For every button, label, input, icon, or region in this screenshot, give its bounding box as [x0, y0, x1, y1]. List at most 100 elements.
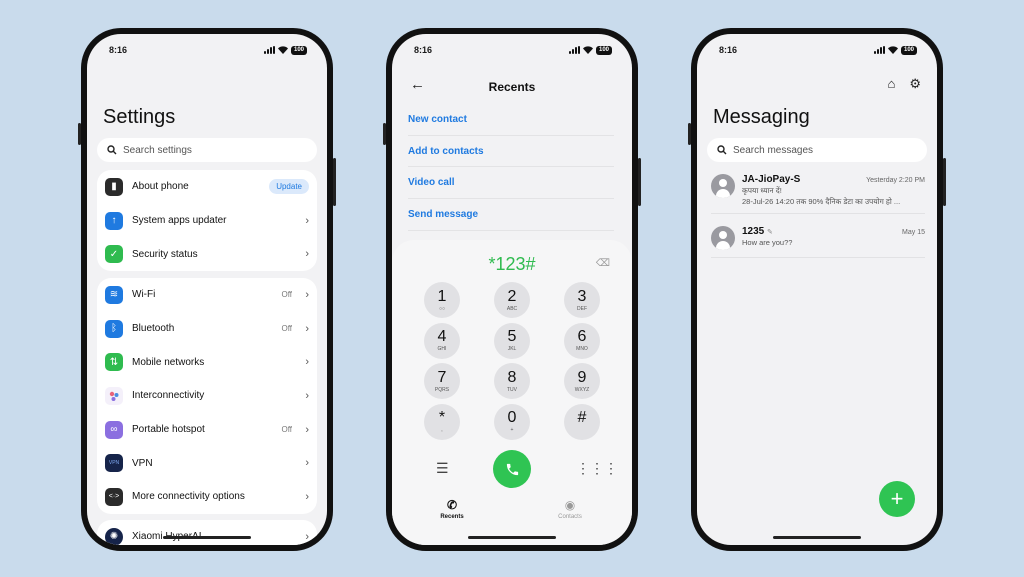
new-contact-button[interactable]: New contact: [408, 104, 614, 136]
chevron-right-icon: ›: [305, 530, 309, 543]
search-placeholder: Search settings: [123, 144, 192, 156]
settings-item-bluetooth[interactable]: ᛒ Bluetooth Off ›: [97, 312, 317, 346]
message-preview: 28-Jul-26 14:20 तक 90% दैनिक डेटा का उपय…: [742, 197, 901, 206]
settings-item-system-apps-updater[interactable]: ↑ System apps updater ›: [97, 204, 317, 238]
key-7[interactable]: 7 PQRS: [424, 363, 460, 400]
settings-item-xiaomi-hyperai[interactable]: ✺ Xiaomi HyperAI ›: [97, 520, 317, 545]
signal-icon: [873, 46, 885, 54]
message-preview: कृपया ध्यान दें!: [742, 186, 782, 195]
page-title: Recents: [488, 80, 536, 94]
phone-call-icon: [506, 463, 518, 475]
key-hash[interactable]: #: [564, 403, 600, 440]
page-title: Settings: [103, 106, 176, 128]
key-4[interactable]: 4 GHI: [424, 322, 460, 359]
messaging-screen: 8:16 100 ⌂ ⚙ Messaging Search messages J…: [697, 34, 937, 545]
video-call-button[interactable]: Video call: [408, 167, 614, 200]
list-item[interactable]: 1235 ✎ May 15 How are you??: [711, 220, 925, 258]
key-6[interactable]: 6 MNO: [564, 322, 600, 359]
arrow-up-icon: ↑: [105, 211, 123, 230]
sender-name: 1235: [742, 226, 765, 237]
call-button[interactable]: [493, 450, 531, 488]
chevron-right-icon: ›: [305, 457, 309, 470]
gear-icon[interactable]: ⚙: [909, 76, 921, 92]
status-bar: 8:16 100: [719, 44, 917, 56]
settings-item-mobile-networks[interactable]: ⇅ Mobile networks ›: [97, 345, 317, 379]
backspace-icon[interactable]: ⌫: [596, 258, 610, 269]
chevron-right-icon: ›: [305, 288, 309, 301]
message-preview: How are you??: [742, 238, 793, 247]
menu-icon[interactable]: ☰: [436, 460, 449, 477]
status-bar: 8:16 100: [414, 44, 612, 56]
status-time: 8:16: [109, 45, 128, 55]
phone-icon: ▮: [105, 177, 123, 196]
battery-icon: 100: [900, 45, 917, 55]
key-1[interactable]: 1 ○○: [424, 282, 460, 318]
home-indicator[interactable]: [773, 536, 861, 539]
sender-name: JA-JioPay-S: [742, 174, 801, 185]
chevron-right-icon: ›: [305, 423, 309, 436]
settings-item-vpn[interactable]: VPN VPN ›: [97, 446, 317, 480]
plus-icon: +: [890, 486, 904, 511]
settings-item-portable-hotspot[interactable]: ∞ Portable hotspot Off ›: [97, 413, 317, 447]
shield-icon: ✓: [105, 245, 123, 264]
settings-item-interconnectivity[interactable]: Interconnectivity ›: [97, 379, 317, 413]
more-connectivity-icon: <·>: [105, 487, 123, 506]
phone-settings: 8:16 100 Settings Search settings ▮ Abou…: [78, 28, 336, 551]
bottom-nav: ✆ Recents ◉ Contacts: [392, 498, 632, 528]
search-input[interactable]: Search settings: [97, 138, 317, 162]
key-2[interactable]: 2 ABC: [494, 282, 530, 318]
list-item[interactable]: JA-JioPay-S Yesterday 2:20 PM कृपया ध्या…: [711, 168, 925, 214]
edit-icon: ✎: [767, 229, 773, 236]
hyperai-icon: ✺: [105, 527, 123, 545]
add-to-contacts-button[interactable]: Add to contacts: [408, 136, 614, 168]
settings-screen: 8:16 100 Settings Search settings ▮ Abou…: [87, 34, 327, 545]
contacts-icon: ◉: [564, 498, 576, 512]
dialpad: *123# ⌫ 1 ○○ 2 ABC 3 DEF 4 GHI 5 JKL 6 MNO 7 PQ…: [392, 240, 632, 545]
recents-phone-icon: ✆: [446, 498, 458, 512]
voicemail-icon: ○○: [438, 305, 446, 312]
key-9[interactable]: 9 WXYZ: [564, 363, 600, 400]
status-time: 8:16: [719, 45, 738, 55]
search-icon: [107, 145, 117, 155]
search-input[interactable]: Search messages: [707, 138, 927, 162]
signal-icon: [568, 46, 580, 54]
wifi-icon: ≋: [105, 285, 123, 304]
chevron-right-icon: ›: [305, 214, 309, 227]
key-star[interactable]: *,: [424, 403, 460, 440]
chevron-right-icon: ›: [305, 248, 309, 261]
keypad-toggle-icon[interactable]: ⋮⋮⋮: [576, 460, 618, 477]
search-placeholder: Search messages: [733, 144, 814, 156]
status-time: 8:16: [414, 45, 433, 55]
mobile-network-icon: ⇅: [105, 353, 123, 372]
settings-item-about-phone[interactable]: ▮ About phone Update: [97, 170, 317, 204]
dialer-header: ← Recents: [392, 76, 632, 96]
signal-icon: [263, 46, 275, 54]
new-message-button[interactable]: +: [879, 481, 915, 517]
update-badge[interactable]: Update: [269, 179, 309, 195]
key-3[interactable]: 3 DEF: [564, 282, 600, 318]
home-indicator[interactable]: [163, 536, 251, 539]
settings-item-more-connectivity[interactable]: <·> More connectivity options ›: [97, 480, 317, 514]
battery-icon: 100: [290, 45, 307, 55]
key-0[interactable]: 0 +: [494, 403, 530, 440]
settings-group-device: ▮ About phone Update ↑ System apps updat…: [97, 170, 317, 272]
settings-group-ai: ✺ Xiaomi HyperAI ›: [97, 520, 317, 545]
chevron-right-icon: ›: [305, 389, 309, 402]
tab-contacts[interactable]: ◉ Contacts: [540, 498, 600, 520]
settings-item-wifi[interactable]: ≋ Wi-Fi Off ›: [97, 278, 317, 312]
clean-brush-icon[interactable]: ⌂: [887, 76, 895, 92]
avatar: [711, 226, 735, 250]
dialer-actions: New contact Add to contacts Video call S…: [408, 104, 614, 231]
tab-recents[interactable]: ✆ Recents: [422, 498, 482, 520]
key-5[interactable]: 5 JKL: [494, 322, 530, 359]
phone-dialer: 8:16 100 ← Recents New contact Add to co…: [383, 28, 641, 551]
phone-messaging: 8:16 100 ⌂ ⚙ Messaging Search messages J…: [688, 28, 946, 551]
key-8[interactable]: 8 TUV: [494, 363, 530, 400]
status-bar: 8:16 100: [109, 44, 307, 56]
hotspot-icon: ∞: [105, 420, 123, 439]
home-indicator[interactable]: [468, 536, 556, 539]
message-time: May 15: [902, 229, 925, 236]
settings-item-security-status[interactable]: ✓ Security status ›: [97, 237, 317, 271]
chevron-right-icon: ›: [305, 322, 309, 335]
send-message-button[interactable]: Send message: [408, 199, 614, 231]
